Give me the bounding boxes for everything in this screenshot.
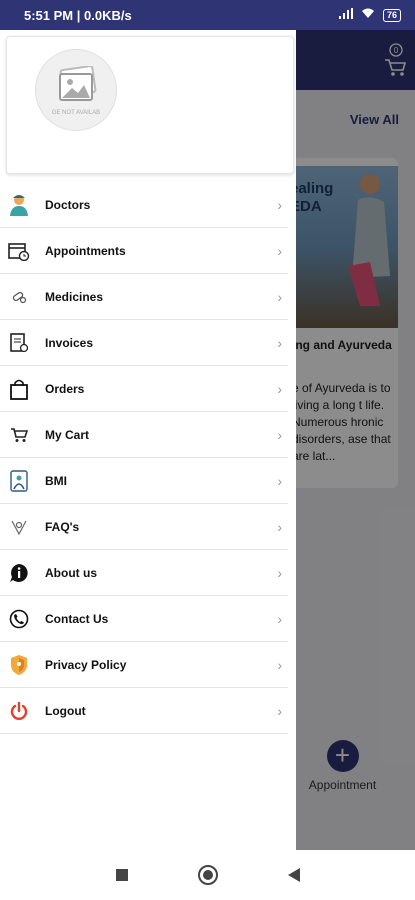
status-time: 5:51 PM | 0.0KB/s — [24, 7, 132, 23]
chevron-right-icon: › — [277, 565, 282, 581]
status-icons: 76 — [338, 8, 401, 22]
menu-item-faqs[interactable]: FAQ's › — [0, 504, 288, 550]
chevron-right-icon: › — [277, 473, 282, 489]
menu-item-invoices[interactable]: Invoices › — [0, 320, 288, 366]
menu-item-my-cart[interactable]: My Cart › — [0, 412, 288, 458]
bag-icon — [8, 378, 30, 400]
menu-item-privacy-policy[interactable]: Privacy Policy › — [0, 642, 288, 688]
menu-label-contact-us: Contact Us — [45, 611, 109, 626]
signal-icon — [338, 8, 353, 22]
menu-label-doctors: Doctors — [45, 197, 91, 212]
menu-item-bmi[interactable]: BMI › — [0, 458, 288, 504]
menu-item-about-us[interactable]: About us › — [0, 550, 288, 596]
recents-button[interactable] — [115, 869, 128, 881]
cart-icon — [8, 424, 30, 446]
menu-item-contact-us[interactable]: Contact Us › — [0, 596, 288, 642]
menu-item-orders[interactable]: Orders › — [0, 366, 288, 412]
menu-item-logout[interactable]: Logout › — [0, 688, 288, 734]
shield-icon — [8, 654, 30, 676]
menu-item-medicines[interactable]: Medicines › — [0, 274, 288, 320]
menu-item-appointments[interactable]: Appointments › — [0, 228, 288, 274]
chevron-right-icon: › — [277, 519, 282, 535]
home-button[interactable] — [197, 865, 218, 885]
battery-icon: 76 — [382, 8, 401, 22]
menu-label-faqs: FAQ's — [45, 519, 80, 534]
drawer-menu: Doctors › Appointments › Medicines › Inv… — [0, 182, 296, 734]
menu-label-appointments: Appointments — [45, 243, 126, 258]
navigation-drawer: GE NOT AVAILAB Doctors › Appointments › … — [0, 30, 296, 850]
phone-icon — [8, 608, 30, 630]
chevron-right-icon: › — [277, 289, 282, 305]
menu-label-orders: Orders — [45, 381, 85, 396]
avatar-placeholder-text: GE NOT AVAILAB — [51, 110, 101, 116]
calendar-icon — [8, 240, 30, 262]
system-nav-bar — [0, 850, 415, 900]
avatar[interactable]: GE NOT AVAILAB — [35, 49, 117, 131]
doctor-icon — [8, 194, 30, 216]
chevron-right-icon: › — [277, 197, 282, 213]
faq-icon — [8, 516, 30, 538]
menu-label-bmi: BMI — [45, 473, 67, 488]
menu-label-invoices: Invoices — [45, 335, 94, 350]
chevron-right-icon: › — [277, 243, 282, 259]
menu-label-privacy-policy: Privacy Policy — [45, 657, 127, 672]
menu-label-logout: Logout — [45, 703, 86, 718]
status-bar: 5:51 PM | 0.0KB/s 76 — [0, 0, 415, 30]
pills-icon — [8, 286, 30, 308]
chevron-right-icon: › — [277, 611, 282, 627]
menu-label-my-cart: My Cart — [45, 427, 90, 442]
bmi-icon — [8, 469, 30, 492]
menu-item-doctors[interactable]: Doctors › — [0, 182, 288, 228]
chevron-right-icon: › — [277, 427, 282, 443]
menu-label-about-us: About us — [45, 565, 97, 580]
invoice-icon — [8, 332, 30, 354]
chevron-right-icon: › — [277, 335, 282, 351]
chevron-right-icon: › — [277, 381, 282, 397]
info-icon — [8, 562, 30, 584]
wifi-icon — [361, 8, 375, 22]
chevron-right-icon: › — [277, 657, 282, 673]
profile-header: GE NOT AVAILAB — [6, 36, 294, 174]
chevron-right-icon: › — [277, 703, 282, 719]
back-button[interactable] — [287, 868, 300, 882]
menu-label-medicines: Medicines — [45, 289, 104, 304]
power-icon — [8, 700, 30, 722]
